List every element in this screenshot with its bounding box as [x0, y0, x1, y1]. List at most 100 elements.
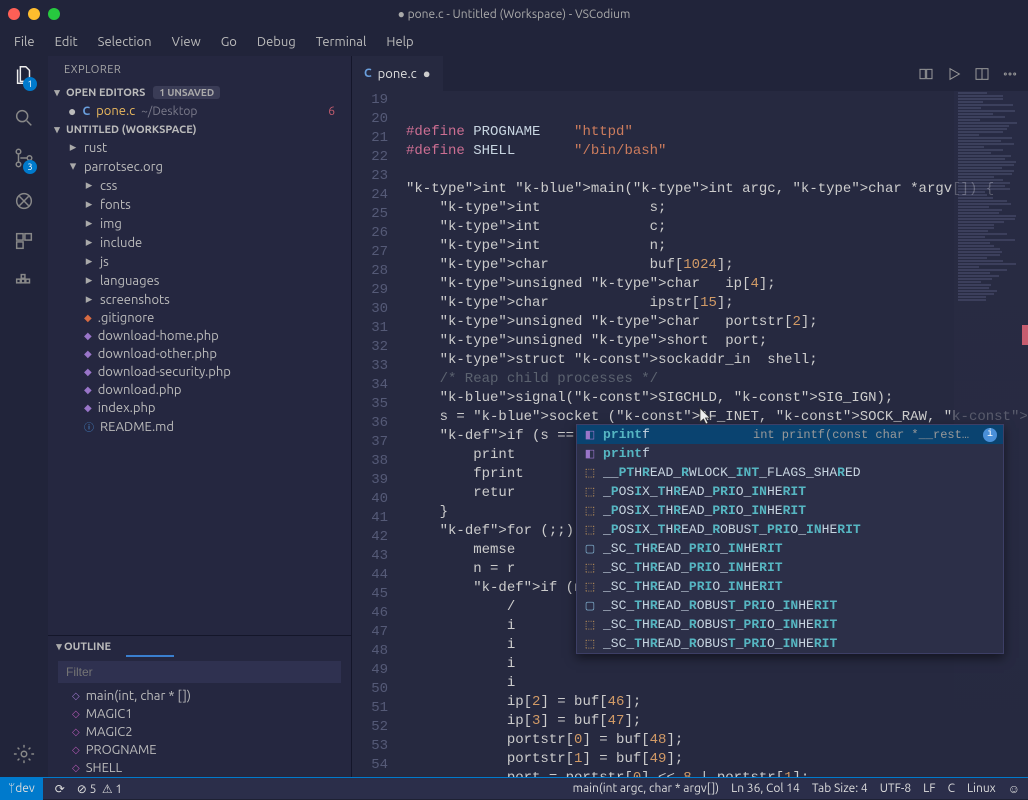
code-line[interactable]: "k-type">int c;: [406, 218, 1028, 237]
branch-indicator[interactable]: ᛘ dev: [0, 778, 43, 800]
suggestion-item[interactable]: ⬚_SC_THREAD_ROBUST_PRIO_INHERIT: [577, 615, 1003, 634]
open-editors-header[interactable]: ▾ OPEN EDITORS 1 UNSAVED: [48, 84, 351, 101]
code-editor[interactable]: 1920212223242526272829303132333435363738…: [352, 91, 1028, 777]
suggestion-item[interactable]: ▢_SC_THREAD_ROBUST_PRIO_INHERIT: [577, 596, 1003, 615]
outline-item[interactable]: ◇MAGIC2: [48, 723, 351, 741]
tree-item[interactable]: ▾parrotsec.org: [48, 157, 351, 176]
suggestion-item[interactable]: ⬚_POSIX_THREAD_ROBUST_PRIO_INHERIT: [577, 520, 1003, 539]
extensions-icon[interactable]: [13, 230, 35, 252]
status-encoding[interactable]: UTF-8: [880, 782, 911, 795]
tree-item[interactable]: ⓘREADME.md: [48, 417, 351, 436]
code-line[interactable]: i: [406, 655, 1028, 674]
feedback-icon[interactable]: ☺: [1008, 782, 1020, 796]
tree-item[interactable]: ▸screenshots: [48, 290, 351, 309]
code-line[interactable]: "k-type">struct "k-const">sockaddr_in sh…: [406, 351, 1028, 370]
sync-icon[interactable]: ⟳: [55, 782, 65, 796]
outline-item[interactable]: ◇SHELL: [48, 759, 351, 777]
code-line[interactable]: portstr[0] = buf[48];: [406, 731, 1028, 750]
code-line[interactable]: [406, 161, 1028, 180]
maximize-window-icon[interactable]: [48, 8, 60, 20]
problems-indicator[interactable]: ⊘ 5 ⚠ 1: [77, 782, 122, 796]
outline-item[interactable]: ◇MAGIC1: [48, 705, 351, 723]
info-icon[interactable]: i: [983, 428, 997, 442]
activity-explorer[interactable]: 1: [13, 64, 35, 89]
suggestion-item[interactable]: ◧printf: [577, 444, 1003, 463]
suggestion-item[interactable]: ⬚_POSIX_THREAD_PRIO_INHERIT: [577, 501, 1003, 520]
status-function[interactable]: main(int argc, char * argv[]): [573, 782, 719, 795]
menu-help[interactable]: Help: [378, 31, 421, 53]
tree-item[interactable]: ◆index.php: [48, 399, 351, 417]
status-position[interactable]: Ln 36, Col 14: [731, 782, 800, 795]
code-line[interactable]: "k-type">char buf[1024];: [406, 256, 1028, 275]
debug-icon[interactable]: [13, 190, 35, 212]
tree-item[interactable]: ◆download-other.php: [48, 345, 351, 363]
status-language[interactable]: C: [948, 782, 955, 795]
code-line[interactable]: portstr[1] = buf[49];: [406, 750, 1028, 769]
menu-view[interactable]: View: [164, 31, 209, 53]
status-indent[interactable]: Tab Size: 4: [812, 782, 868, 795]
code-line[interactable]: "k-type">int "k-blue">main("k-type">int …: [406, 180, 1028, 199]
tree-item[interactable]: ◆download-security.php: [48, 363, 351, 381]
menu-file[interactable]: File: [6, 31, 43, 53]
chevron-right-icon: ▸: [84, 273, 94, 288]
code-line[interactable]: "k-type">unsigned "k-type">char portstr[…: [406, 313, 1028, 332]
outline-item[interactable]: ◇PROGNAME: [48, 741, 351, 759]
suggestion-item[interactable]: ⬚_SC_THREAD_PRIO_INHERIT: [577, 577, 1003, 596]
tree-item[interactable]: ▸fonts: [48, 195, 351, 214]
tree-item[interactable]: ▸languages: [48, 271, 351, 290]
activity-scm[interactable]: 3: [13, 147, 35, 172]
code-line[interactable]: "k-type">char ipstr[15];: [406, 294, 1028, 313]
code-line[interactable]: ip[2] = buf[46];: [406, 693, 1028, 712]
compare-icon[interactable]: [918, 66, 934, 82]
suggestion-item[interactable]: ⬚__PTHREAD_RWLOCK_INT_FLAGS_SHARED: [577, 463, 1003, 482]
workspace-header[interactable]: ▾ UNTITLED (WORKSPACE): [48, 121, 351, 138]
tab-pone-c[interactable]: C pone.c ●: [352, 56, 443, 91]
menu-debug[interactable]: Debug: [249, 31, 304, 53]
code-line[interactable]: "k-type">unsigned "k-type">short port;: [406, 332, 1028, 351]
code-line[interactable]: /* Reap child processes */: [406, 370, 1028, 389]
more-icon[interactable]: [1002, 66, 1018, 82]
outline-item[interactable]: ◇main(int, char * []): [48, 687, 351, 705]
menubar: FileEditSelectionViewGoDebugTerminalHelp: [0, 28, 1028, 56]
code-line[interactable]: port = portstr[0] << 8 | portstr[1];: [406, 769, 1028, 777]
code-line[interactable]: "k-type">int n;: [406, 237, 1028, 256]
tree-item[interactable]: ▸js: [48, 252, 351, 271]
suggest-widget[interactable]: ◧printfint printf(const char *__restrict…: [576, 424, 1004, 654]
outline-filter-input[interactable]: [58, 661, 341, 683]
code-line[interactable]: #define SHELL "/bin/bash": [406, 142, 1028, 161]
tree-item[interactable]: ▸img: [48, 214, 351, 233]
suggestion-item[interactable]: ⬚_SC_THREAD_ROBUST_PRIO_INHERIT: [577, 634, 1003, 653]
settings-gear-icon[interactable]: [13, 743, 35, 765]
code-line[interactable]: ip[3] = buf[47];: [406, 712, 1028, 731]
code-line[interactable]: "k-type">int s;: [406, 199, 1028, 218]
open-editor-item[interactable]: ● C pone.c ~/Desktop 6: [48, 101, 351, 121]
search-icon[interactable]: [13, 107, 35, 129]
tree-item[interactable]: ◆.gitignore: [48, 309, 351, 327]
tree-item[interactable]: ▸css: [48, 176, 351, 195]
code-line[interactable]: #define PROGNAME "httpd": [406, 123, 1028, 142]
status-os[interactable]: Linux: [967, 782, 996, 795]
menu-selection[interactable]: Selection: [90, 31, 160, 53]
status-eol[interactable]: LF: [923, 782, 935, 795]
suggestion-item[interactable]: ⬚_SC_THREAD_PRIO_INHERIT: [577, 558, 1003, 577]
suggestion-item[interactable]: ◧printfint printf(const char *__restrict…: [577, 425, 1003, 444]
tree-item[interactable]: ◆download.php: [48, 381, 351, 399]
menu-go[interactable]: Go: [213, 31, 245, 53]
outline-header[interactable]: ▾ OUTLINE: [48, 636, 351, 657]
code-line[interactable]: "k-type">unsigned "k-type">char ip[4];: [406, 275, 1028, 294]
menu-terminal[interactable]: Terminal: [308, 31, 375, 53]
code-line[interactable]: "k-blue">signal("k-const">SIGCHLD, "k-co…: [406, 389, 1028, 408]
close-window-icon[interactable]: [8, 8, 20, 20]
docker-icon[interactable]: [13, 270, 35, 292]
code-content[interactable]: #define PROGNAME "httpd"#define SHELL "/…: [406, 91, 1028, 777]
run-icon[interactable]: [946, 66, 962, 82]
tree-item[interactable]: ▸include: [48, 233, 351, 252]
menu-edit[interactable]: Edit: [47, 31, 86, 53]
minimize-window-icon[interactable]: [28, 8, 40, 20]
tree-item[interactable]: ▸rust: [48, 138, 351, 157]
suggestion-item[interactable]: ⬚_POSIX_THREAD_PRIO_INHERIT: [577, 482, 1003, 501]
tree-item[interactable]: ◆download-home.php: [48, 327, 351, 345]
suggestion-item[interactable]: ▢_SC_THREAD_PRIO_INHERIT: [577, 539, 1003, 558]
split-editor-icon[interactable]: [974, 66, 990, 82]
code-line[interactable]: i: [406, 674, 1028, 693]
